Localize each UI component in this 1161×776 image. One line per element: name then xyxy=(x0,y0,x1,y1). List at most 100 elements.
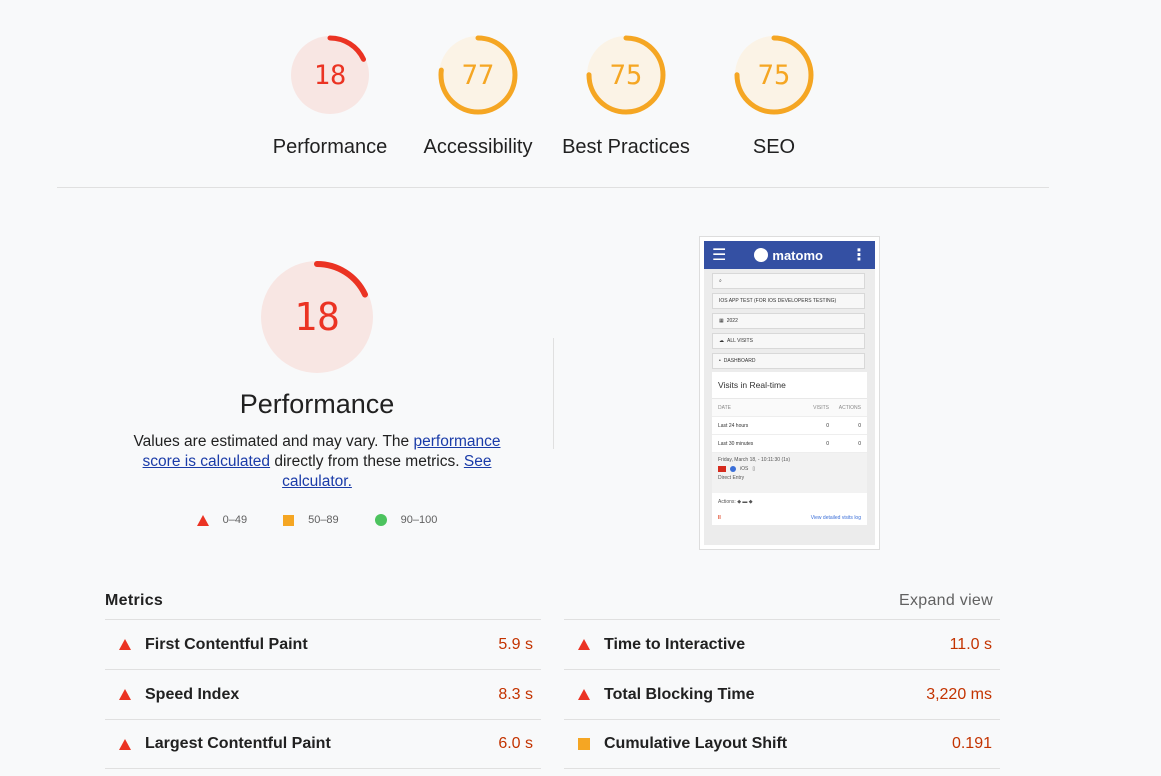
metric-largest-contentful-paint[interactable]: Largest Contentful Paint 6.0 s xyxy=(105,719,541,769)
metric-name: Time to Interactive xyxy=(604,635,746,653)
circle-icon xyxy=(374,514,387,526)
score-legend: 0–49 50–89 90–100 xyxy=(179,514,456,526)
metric-speed-index[interactable]: Speed Index 8.3 s xyxy=(105,669,541,719)
cell: 0 xyxy=(826,422,829,429)
metric-name: First Contentful Paint xyxy=(145,635,308,653)
col-header: VISITS xyxy=(813,404,829,411)
vertical-divider xyxy=(553,338,554,449)
section-divider xyxy=(57,187,1049,188)
metrics-column-right: Time to Interactive 11.0 s Total Blockin… xyxy=(564,619,1000,769)
preview-realtime-card: Visits in Real-time DATE VISITS ACTIONS … xyxy=(712,372,867,525)
performance-summary: 18 Performance Values are estimated and … xyxy=(117,260,517,526)
square-icon xyxy=(283,514,295,526)
bullet-icon: • xyxy=(719,358,721,364)
fail-triangle-icon xyxy=(578,689,590,700)
cell: 0 xyxy=(858,440,861,447)
preview-site-field: IOS APP TEST (FOR IOS DEVELOPERS TESTING… xyxy=(712,293,865,309)
gauge-label: Performance xyxy=(272,136,388,158)
field-text: DASHBOARD xyxy=(723,358,756,364)
metric-name: Largest Contentful Paint xyxy=(145,735,331,752)
phone-preview: ☰ matomo ⋮ ⌕ IOS APP TEST (FOR IOS DEVEL… xyxy=(704,241,875,545)
os-label: iOS xyxy=(740,466,749,472)
metric-value: 3,220 ms xyxy=(926,685,992,703)
description-text: Values are estimated and may vary. The xyxy=(133,433,414,450)
metric-value: 8.3 s xyxy=(498,685,533,703)
cloud-icon: ☁ xyxy=(719,338,724,344)
gauge-score: 77 xyxy=(461,59,495,91)
more-vertical-icon: ⋮ xyxy=(851,247,867,264)
preview-segment-field: ☁ ALL VISITS xyxy=(712,333,865,349)
action-icons: ◆ ▬ ◆ xyxy=(737,499,753,505)
gauge-label: Best Practices xyxy=(562,136,690,158)
gauge-performance[interactable]: 18 Performance xyxy=(256,34,404,159)
flag-icon xyxy=(718,466,726,472)
metrics-title: Metrics xyxy=(105,592,164,609)
col-header: DATE xyxy=(718,404,731,411)
table-row: Last 24 hours 0 0 xyxy=(712,417,867,435)
cell: Last 24 hours xyxy=(718,422,749,429)
metric-total-blocking-time[interactable]: Total Blocking Time 3,220 ms xyxy=(564,669,1000,719)
metrics-column-left: First Contentful Paint 5.9 s Speed Index… xyxy=(105,619,541,769)
performance-gauge: 18 xyxy=(260,260,374,374)
average-square-icon xyxy=(578,738,590,750)
calendar-icon: ▦ xyxy=(719,318,724,324)
fail-triangle-icon xyxy=(119,738,131,750)
gauge-seo[interactable]: 75 SEO xyxy=(700,34,848,159)
description-text: directly from these metrics. xyxy=(270,453,464,470)
matomo-logo: matomo xyxy=(754,248,823,263)
search-icon: ⌕ xyxy=(719,278,722,284)
cell: 0 xyxy=(858,422,861,429)
gauge-ring: 77 xyxy=(437,34,519,116)
table-row: Last 30 minutes 0 0 xyxy=(712,435,867,453)
legend-range: 90–100 xyxy=(400,514,438,526)
logo-mark-icon xyxy=(754,248,769,262)
cell: 0 xyxy=(826,440,829,447)
table-header: DATE VISITS ACTIONS xyxy=(712,399,867,417)
gauge-score: 18 xyxy=(313,59,347,91)
metric-cumulative-layout-shift[interactable]: Cumulative Layout Shift 0.191 xyxy=(564,719,1000,769)
gauge-ring: 75 xyxy=(585,34,667,116)
gauge-ring: 18 xyxy=(289,34,371,116)
legend-fail: 0–49 xyxy=(196,514,248,526)
logo-text: matomo xyxy=(772,247,823,263)
visit-entry: Friday, March 18, - 10:11:30 (1s) iOS ▯ … xyxy=(712,453,867,493)
visit-details: iOS ▯ xyxy=(718,466,861,472)
legend-range: 50–89 xyxy=(308,514,339,526)
fail-triangle-icon xyxy=(578,639,590,650)
performance-score: 18 xyxy=(294,295,340,339)
col-header: ACTIONS xyxy=(838,404,861,411)
pause-icon: II xyxy=(718,515,721,521)
card-footer: II View detailed visits log xyxy=(712,511,867,525)
expand-view-toggle[interactable]: Expand view xyxy=(899,592,993,610)
metric-value: 5.9 s xyxy=(498,635,533,653)
category-gauges: 18 Performance 77 Accessibility 75 Best … xyxy=(256,34,848,159)
gauge-best-practices[interactable]: 75 Best Practices xyxy=(552,34,700,159)
visits-log-link: View detailed visits log xyxy=(810,515,861,521)
metrics-header: Metrics Expand view xyxy=(105,592,993,610)
triangle-icon xyxy=(196,514,209,526)
legend-average: 50–89 xyxy=(283,514,339,526)
gauge-score: 75 xyxy=(609,59,643,91)
preview-date-field: ▦ 2022 xyxy=(712,313,865,329)
metric-first-contentful-paint[interactable]: First Contentful Paint 5.9 s xyxy=(105,619,541,669)
browser-icon xyxy=(730,466,736,472)
legend-range: 0–49 xyxy=(222,514,248,526)
gauge-ring: 75 xyxy=(733,34,815,116)
card-title: Visits in Real-time xyxy=(712,372,867,399)
metric-time-to-interactive[interactable]: Time to Interactive 11.0 s xyxy=(564,619,1000,669)
device-icon: ▯ xyxy=(752,466,756,472)
performance-description: Values are estimated and may vary. The p… xyxy=(117,432,517,492)
metric-name: Cumulative Layout Shift xyxy=(604,735,788,752)
metric-value: 6.0 s xyxy=(498,735,533,752)
visit-actions: Actions: ◆ ▬ ◆ xyxy=(712,493,867,511)
field-text: 2022 xyxy=(726,318,738,324)
visit-date: Friday, March 18, - 10:11:30 (1s) xyxy=(718,457,791,463)
metric-name: Total Blocking Time xyxy=(604,685,755,703)
legend-pass: 90–100 xyxy=(374,514,438,526)
preview-search-field: ⌕ xyxy=(712,273,865,289)
gauge-score: 75 xyxy=(757,59,791,91)
fail-triangle-icon xyxy=(119,689,131,700)
performance-title: Performance xyxy=(239,389,395,419)
final-screenshot[interactable]: ☰ matomo ⋮ ⌕ IOS APP TEST (FOR IOS DEVEL… xyxy=(699,236,880,550)
gauge-accessibility[interactable]: 77 Accessibility xyxy=(404,34,552,159)
